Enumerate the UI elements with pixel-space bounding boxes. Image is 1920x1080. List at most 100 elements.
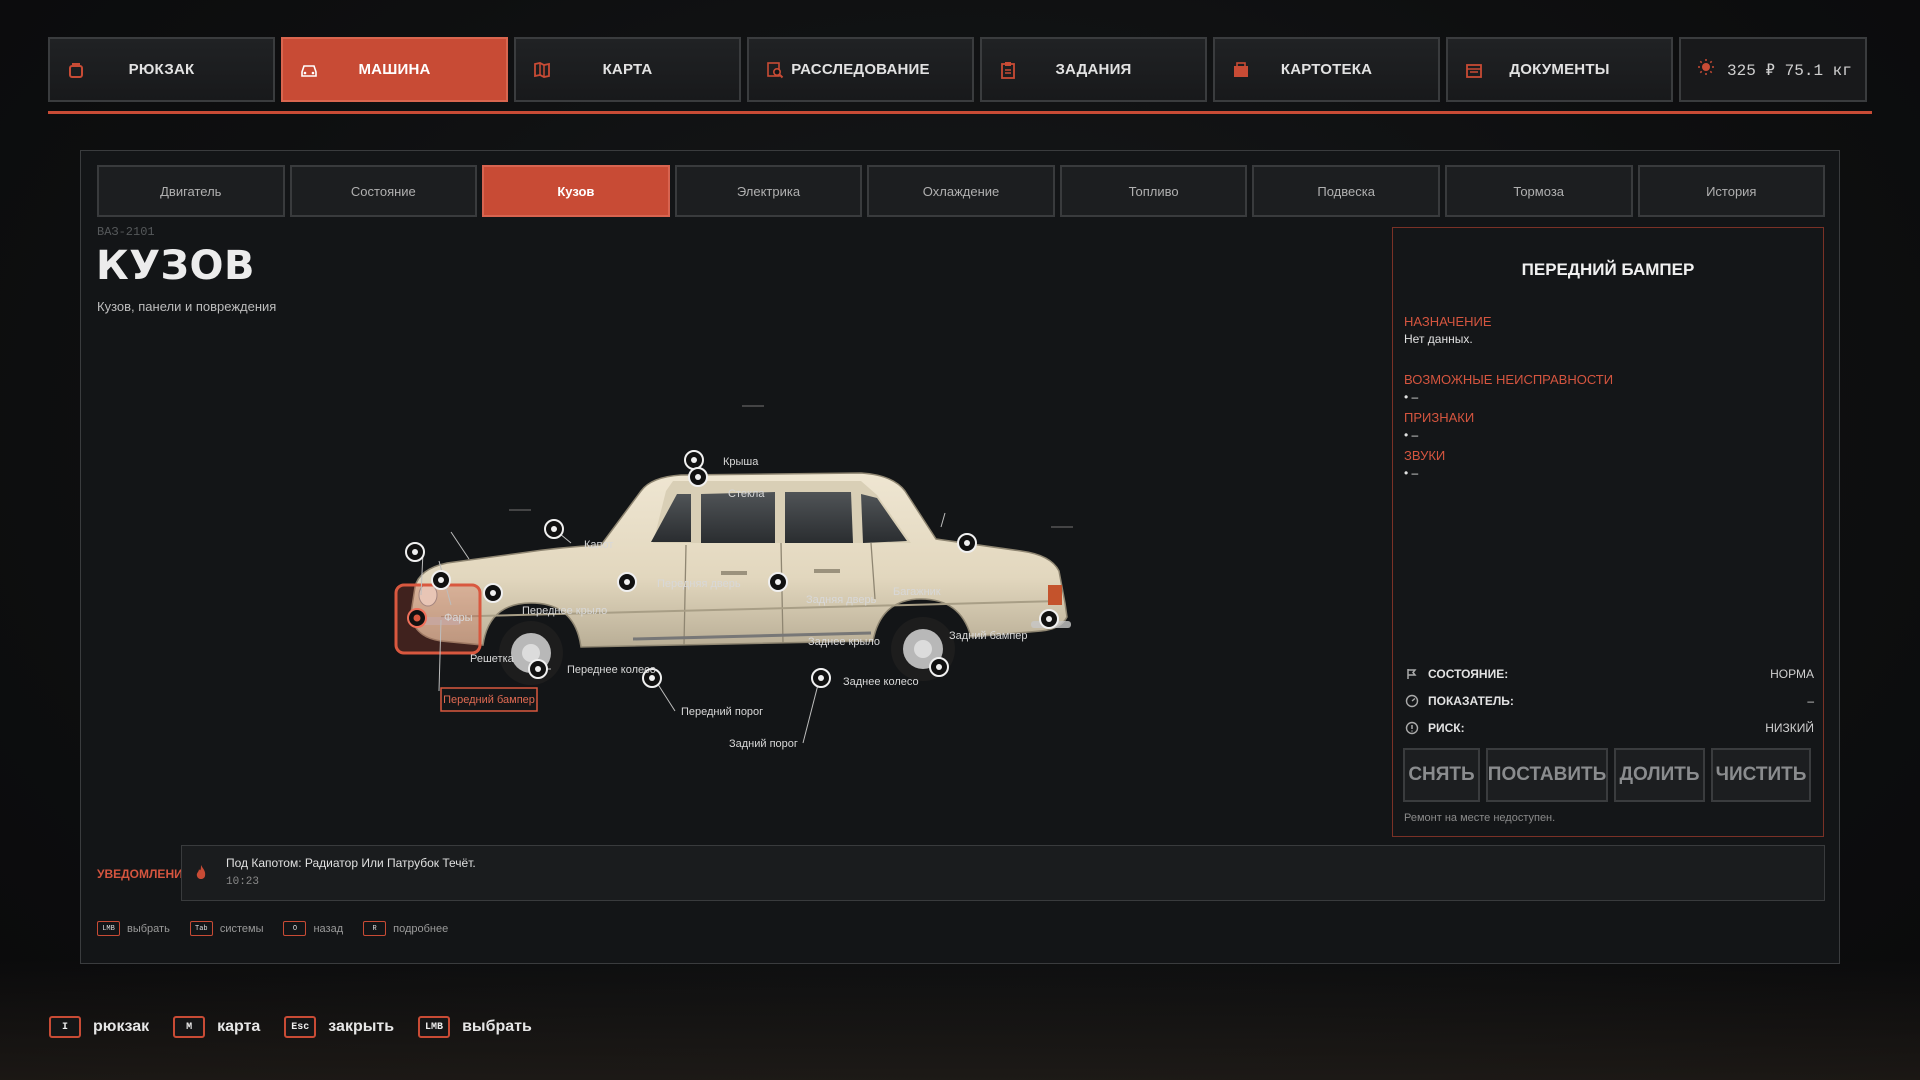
page-title: КУЗОВ (96, 243, 255, 289)
subtab-engine[interactable]: Двигатель (97, 165, 285, 217)
purpose-value: Нет данных. (1404, 332, 1473, 346)
part-info-panel: ПЕРЕДНИЙ БАМПЕР НАЗНАЧЕНИЕ Нет данных. В… (1392, 227, 1824, 837)
purpose-label: НАЗНАЧЕНИЕ (1404, 314, 1492, 329)
label-rear-fender: Заднее крыло (808, 636, 880, 648)
hint-label: выбрать (462, 1018, 532, 1035)
decorative-dashes (509, 405, 1073, 528)
remove-button[interactable]: СНЯТЬ (1403, 748, 1480, 802)
tab-documents[interactable]: ДОКУМЕНТЫ (1446, 37, 1673, 102)
label-rear-bumper: Задний бампер (949, 630, 1028, 642)
label-hood: Капот (584, 539, 613, 551)
hotspot-front-door[interactable] (617, 572, 637, 592)
label-rear-wheel: Заднее колесо (843, 676, 919, 688)
repair-note: Ремонт на месте недоступен. (1404, 812, 1556, 824)
refill-button[interactable]: ДОЛИТЬ (1614, 748, 1705, 802)
hint-label: рюкзак (93, 1018, 150, 1035)
label-front-fender: Переднее крыло (522, 605, 607, 617)
clean-button[interactable]: ЧИСТИТЬ (1711, 748, 1811, 802)
indicator-value: – (1807, 694, 1814, 708)
tab-label: ЗАДАНИЯ (1055, 61, 1132, 78)
hotspot-front-sill[interactable] (642, 668, 662, 688)
subtab-condition[interactable]: Состояние (289, 165, 478, 217)
hint-label: выбрать (127, 922, 170, 935)
hotspot-hood[interactable] (544, 519, 564, 539)
tab-label: РАССЛЕДОВАНИЕ (791, 61, 930, 78)
key-lmb: LMB (97, 921, 120, 936)
faults-value: • – (1404, 390, 1419, 404)
tab-label: КАРТА (602, 61, 653, 78)
sounds-label: ЗВУКИ (1404, 448, 1446, 463)
money-weight-text: 325 ₽ 75.1 кг (1727, 61, 1852, 80)
indicator-label: ПОКАЗАТЕЛЬ: (1428, 694, 1514, 708)
tab-card-file[interactable]: КАРТОТЕКА (1213, 37, 1440, 102)
label-glass: Стекла (728, 488, 765, 500)
install-button[interactable]: ПОСТАВИТЬ (1486, 748, 1608, 802)
hotspot-front-fender[interactable] (483, 583, 503, 603)
hint-close[interactable]: Esc закрыть (284, 1016, 394, 1038)
tab-tasks[interactable]: ЗАДАНИЯ (980, 37, 1207, 102)
label-headlight: Фары (444, 612, 473, 624)
label-rear-sill: Задний порог (729, 738, 798, 750)
hotspot-rear-door[interactable] (768, 572, 788, 592)
tab-investigation[interactable]: РАССЛЕДОВАНИЕ (747, 37, 974, 102)
key-o: O (283, 921, 307, 936)
key-i: I (49, 1016, 81, 1038)
hotspots (405, 450, 1059, 688)
faults-label: ВОЗМОЖНЫЕ НЕИСПРАВНОСТИ (1404, 372, 1614, 387)
hotspot-trunk[interactable] (957, 533, 977, 553)
tab-car[interactable]: МАШИНА (281, 37, 508, 102)
hotspot-front-wheel[interactable] (528, 659, 548, 679)
state-value: НОРМА (1770, 667, 1814, 681)
hint-label: подробнее (393, 922, 449, 935)
hotspot-headlight[interactable] (431, 570, 451, 590)
subtab-electrics[interactable]: Электрика (674, 165, 863, 217)
hint-select: LMB выбрать (97, 921, 170, 936)
notification-item[interactable]: Под Капотом: Радиатор Или Патрубок Течёт… (181, 845, 1825, 901)
signs-label: ПРИЗНАКИ (1404, 410, 1475, 425)
subtab-fuel[interactable]: Топливо (1059, 165, 1248, 217)
notification-text: Под Капотом: Радиатор Или Патрубок Течёт… (226, 856, 476, 870)
map-icon (532, 60, 552, 80)
hint-label: закрыть (328, 1018, 395, 1035)
subtab-suspension[interactable]: Подвеска (1252, 165, 1440, 217)
car-illustration (410, 472, 1071, 685)
key-tab: Tab (189, 921, 213, 936)
label-trunk: Багажник (893, 586, 941, 598)
selected-part-label[interactable]: Передний бампер (440, 687, 538, 712)
hotspot-roof[interactable] (684, 450, 704, 470)
subtab-brakes[interactable]: Тормоза (1444, 165, 1633, 217)
hotspot-rear-wheel[interactable] (929, 657, 949, 677)
hint-systems: Tab системы (189, 921, 263, 936)
hotspot-headlight-top[interactable] (405, 542, 425, 562)
hint-details: R подробнее (363, 921, 448, 936)
tab-map[interactable]: КАРТА (514, 37, 741, 102)
tab-backpack[interactable]: РЮКЗАК (48, 37, 275, 102)
notification-time: 10:23 (226, 876, 260, 888)
label-rear-door: Задняя дверь (806, 594, 877, 606)
tab-label: КАРТОТЕКА (1280, 61, 1373, 78)
status-readout: 325 ₽ 75.1 кг (1679, 37, 1867, 102)
subtab-cooling[interactable]: Охлаждение (867, 165, 1055, 217)
hotspot-rear-sill[interactable] (811, 668, 831, 688)
flame-icon (194, 864, 208, 887)
hotspot-glass[interactable] (688, 467, 708, 487)
state-label: СОСТОЯНИЕ: (1428, 667, 1509, 681)
car-panel: Двигатель Состояние Кузов Электрика Охла… (80, 150, 1840, 964)
key-lmb: LMB (418, 1016, 451, 1038)
hint-backpack[interactable]: I рюкзак (49, 1016, 149, 1038)
hotspot-rear-bumper[interactable] (1039, 609, 1059, 629)
indicator-row: ПОКАЗАТЕЛЬ: – (1404, 692, 1814, 710)
hint-select-global[interactable]: LMB выбрать (418, 1016, 532, 1038)
state-row: СОСТОЯНИЕ: НОРМА (1404, 665, 1814, 683)
subtab-body[interactable]: Кузов (482, 165, 670, 217)
hint-map[interactable]: M карта (173, 1016, 260, 1038)
gauge-icon (1404, 666, 1420, 682)
documents-icon (1464, 60, 1484, 80)
clipboard-icon (998, 60, 1018, 80)
sun-icon (1697, 58, 1715, 81)
hotspot-front-bumper[interactable] (407, 608, 427, 628)
global-key-hints: I рюкзак M карта Esc закрыть LMB выбрать (49, 1016, 532, 1038)
subtab-history[interactable]: История (1637, 165, 1826, 217)
nav-underline (48, 111, 1872, 114)
part-title: ПЕРЕДНИЙ БАМПЕР (1521, 260, 1695, 279)
